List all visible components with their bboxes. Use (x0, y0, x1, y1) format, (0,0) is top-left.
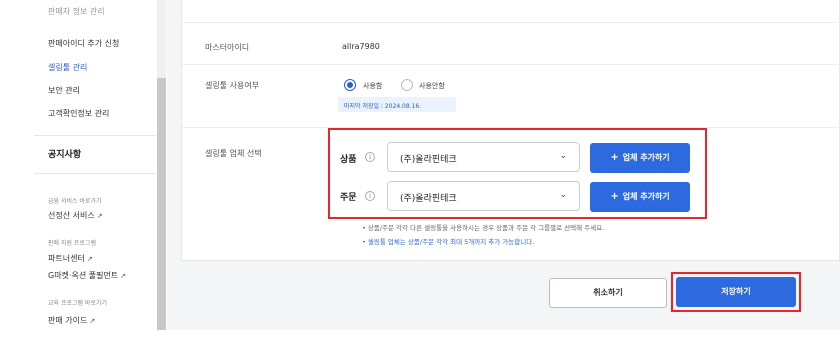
external-link-icon: ↗ (89, 317, 96, 325)
vendor-select-product[interactable]: (주)올라핀테크 ⌄ (387, 142, 580, 172)
chevron-down-icon: ⌄ (559, 151, 567, 161)
sidebar-item-customer-verification[interactable]: 고객확인정보 관리 (48, 108, 109, 119)
vendor-select-order[interactable]: (주)올라핀테크 ⌄ (387, 181, 580, 211)
sidebar-link-fulfillment[interactable]: G마켓·옥션 풀필먼트 ↗ (48, 270, 126, 281)
vendor-row-order-label: 주문 (340, 193, 357, 203)
add-vendor-label: 업체 추가하기 (622, 153, 670, 162)
note-group-selection: • 상품/주문 각각 다른 셀링툴을 사용하시는 경우 상품과 주문 각 그룹별… (362, 224, 605, 232)
sidebar-group-title: 금융 서비스 바로가기 (48, 198, 102, 205)
add-vendor-order-button[interactable]: + 업체 추가하기 (590, 182, 690, 212)
sidebar-divider (34, 135, 156, 136)
external-link-icon: ↗ (96, 212, 103, 220)
sidebar-scrollbar[interactable] (157, 0, 166, 330)
plus-icon: + (610, 152, 619, 163)
radio-use[interactable] (344, 79, 356, 91)
note-text: 셀링툴 업체는 상품/주문 각각 최대 5개까지 추가 가능합니다. (367, 238, 535, 246)
sidebar-link-label: 파트너센터 (48, 254, 85, 263)
last-saved-badge: 마지막 저장일 : 2024.08.16. (338, 97, 456, 112)
usage-label: 셀링툴 사용여부 (205, 81, 260, 90)
note-text: 상품/주문 각각 다른 셀링툴을 사용하시는 경우 상품과 주문 각 그룹별로 … (367, 224, 605, 232)
sidebar-item-seller-info[interactable]: 판매자 정보 관리 (48, 6, 105, 17)
info-icon[interactable]: i (365, 191, 375, 201)
master-id-label: 마스터아이디 (205, 43, 250, 52)
sidebar-link-label: G마켓·옥션 풀필먼트 (48, 271, 119, 280)
cancel-button[interactable]: 취소하기 (549, 278, 667, 308)
add-vendor-product-button[interactable]: + 업체 추가하기 (590, 143, 690, 173)
sidebar-link-partner-center[interactable]: 파트너센터 ↗ (48, 253, 93, 264)
sidebar-link-label: 판매 가이드 (48, 316, 88, 325)
add-vendor-label: 업체 추가하기 (622, 192, 670, 201)
sidebar-link-sales-guide[interactable]: 판매 가이드 ↗ (48, 315, 95, 326)
vendor-label: 셀링툴 업체 선택 (205, 149, 262, 158)
chevron-down-icon: ⌄ (559, 190, 567, 200)
info-icon[interactable]: i (365, 152, 375, 162)
radio-not-use-label[interactable]: 사용안함 (419, 81, 445, 91)
scrollbar-thumb[interactable] (157, 78, 166, 330)
radio-use-label[interactable]: 사용함 (363, 81, 382, 91)
sidebar-item-selling-tool[interactable]: 셀링툴 관리 (48, 62, 87, 73)
row-divider (182, 64, 840, 65)
external-link-icon: ↗ (86, 255, 93, 263)
sidebar-link-prepayment[interactable]: 선정산 서비스 ↗ (48, 210, 103, 221)
sidebar-notice-section[interactable]: 공지사항 (48, 147, 81, 160)
master-id-value: allra7980 (342, 42, 380, 51)
select-value: (주)올라핀테크 (400, 155, 457, 165)
sidebar-link-label: 선정산 서비스 (48, 211, 95, 220)
radio-not-use[interactable] (401, 79, 413, 91)
row-divider (182, 22, 840, 23)
note-max-vendors: • 셀링툴 업체는 상품/주문 각각 최대 5개까지 추가 가능합니다. (362, 238, 535, 246)
sidebar-group-title: 판매 지원 프로그램 (48, 240, 96, 247)
vendor-row-product-label: 상품 (340, 155, 357, 165)
select-value: (주)올라핀테크 (400, 194, 457, 204)
sidebar: 판매자 정보 관리 판매아이디 추가 신청 셀링툴 관리 보안 관리 고객확인정… (34, 0, 176, 330)
external-link-icon: ↗ (120, 272, 127, 280)
sidebar-divider (34, 173, 156, 174)
save-button[interactable]: 저장하기 (676, 277, 796, 307)
sidebar-group-title: 교육 프로그램 바로가기 (48, 300, 108, 307)
plus-icon: + (610, 191, 619, 202)
sidebar-item-security[interactable]: 보안 관리 (48, 85, 80, 96)
sidebar-item-add-seller-id[interactable]: 판매아이디 추가 신청 (48, 38, 119, 49)
